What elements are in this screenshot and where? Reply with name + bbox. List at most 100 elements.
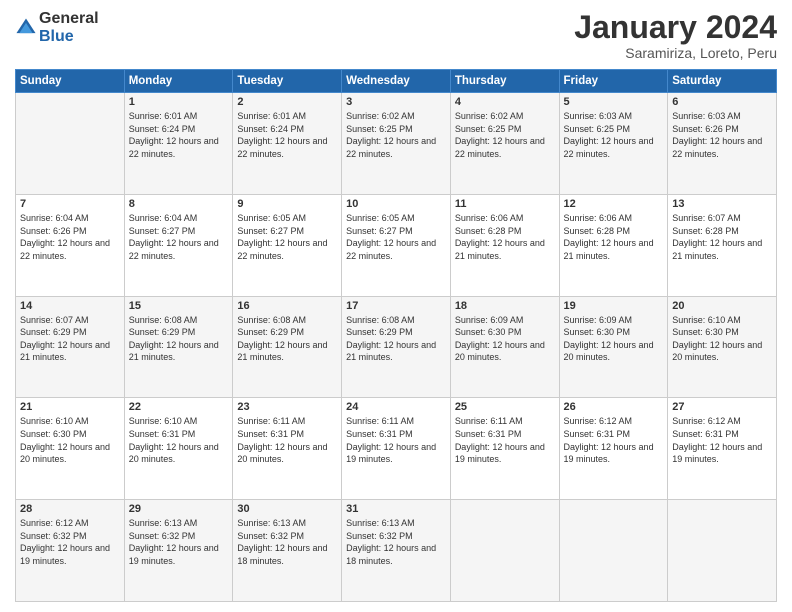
- day-number: 13: [672, 198, 772, 210]
- day-number: 24: [346, 401, 446, 413]
- calendar-cell: 2 Sunrise: 6:01 AMSunset: 6:24 PMDayligh…: [233, 93, 342, 195]
- header-sunday: Sunday: [16, 70, 125, 93]
- day-number: 4: [455, 96, 555, 108]
- logo: General Blue: [15, 10, 99, 46]
- day-number: 19: [564, 300, 664, 312]
- day-number: 9: [237, 198, 337, 210]
- header-thursday: Thursday: [450, 70, 559, 93]
- day-info: Sunrise: 6:04 AMSunset: 6:26 PMDaylight:…: [20, 212, 120, 262]
- day-number: 25: [455, 401, 555, 413]
- day-info: Sunrise: 6:05 AMSunset: 6:27 PMDaylight:…: [237, 212, 337, 262]
- day-info: Sunrise: 6:13 AMSunset: 6:32 PMDaylight:…: [129, 517, 229, 567]
- calendar-cell: 12 Sunrise: 6:06 AMSunset: 6:28 PMDaylig…: [559, 194, 668, 296]
- day-number: 5: [564, 96, 664, 108]
- calendar-week-5: 28 Sunrise: 6:12 AMSunset: 6:32 PMDaylig…: [16, 500, 777, 602]
- day-number: 14: [20, 300, 120, 312]
- calendar-cell: 7 Sunrise: 6:04 AMSunset: 6:26 PMDayligh…: [16, 194, 125, 296]
- day-info: Sunrise: 6:06 AMSunset: 6:28 PMDaylight:…: [564, 212, 664, 262]
- day-info: Sunrise: 6:09 AMSunset: 6:30 PMDaylight:…: [455, 314, 555, 364]
- logo-blue: Blue: [39, 28, 74, 45]
- calendar-cell: 9 Sunrise: 6:05 AMSunset: 6:27 PMDayligh…: [233, 194, 342, 296]
- day-info: Sunrise: 6:11 AMSunset: 6:31 PMDaylight:…: [237, 415, 337, 465]
- day-number: 3: [346, 96, 446, 108]
- calendar-cell: 27 Sunrise: 6:12 AMSunset: 6:31 PMDaylig…: [668, 398, 777, 500]
- calendar-cell: 17 Sunrise: 6:08 AMSunset: 6:29 PMDaylig…: [342, 296, 451, 398]
- day-info: Sunrise: 6:08 AMSunset: 6:29 PMDaylight:…: [237, 314, 337, 364]
- calendar-cell: 8 Sunrise: 6:04 AMSunset: 6:27 PMDayligh…: [124, 194, 233, 296]
- day-info: Sunrise: 6:12 AMSunset: 6:32 PMDaylight:…: [20, 517, 120, 567]
- calendar-cell: 26 Sunrise: 6:12 AMSunset: 6:31 PMDaylig…: [559, 398, 668, 500]
- calendar-cell: [16, 93, 125, 195]
- day-info: Sunrise: 6:01 AMSunset: 6:24 PMDaylight:…: [129, 110, 229, 160]
- calendar-cell: 29 Sunrise: 6:13 AMSunset: 6:32 PMDaylig…: [124, 500, 233, 602]
- header-wednesday: Wednesday: [342, 70, 451, 93]
- calendar-cell: 22 Sunrise: 6:10 AMSunset: 6:31 PMDaylig…: [124, 398, 233, 500]
- calendar-table: Sunday Monday Tuesday Wednesday Thursday…: [15, 69, 777, 602]
- month-title: January 2024: [574, 10, 777, 45]
- calendar-cell: 18 Sunrise: 6:09 AMSunset: 6:30 PMDaylig…: [450, 296, 559, 398]
- day-info: Sunrise: 6:08 AMSunset: 6:29 PMDaylight:…: [129, 314, 229, 364]
- day-info: Sunrise: 6:03 AMSunset: 6:25 PMDaylight:…: [564, 110, 664, 160]
- calendar-cell: 31 Sunrise: 6:13 AMSunset: 6:32 PMDaylig…: [342, 500, 451, 602]
- header: General Blue January 2024 Saramiriza, Lo…: [15, 10, 777, 61]
- day-number: 27: [672, 401, 772, 413]
- day-number: 28: [20, 503, 120, 515]
- calendar-cell: 15 Sunrise: 6:08 AMSunset: 6:29 PMDaylig…: [124, 296, 233, 398]
- day-number: 6: [672, 96, 772, 108]
- day-number: 26: [564, 401, 664, 413]
- day-number: 1: [129, 96, 229, 108]
- calendar-cell: 19 Sunrise: 6:09 AMSunset: 6:30 PMDaylig…: [559, 296, 668, 398]
- calendar-cell: 11 Sunrise: 6:06 AMSunset: 6:28 PMDaylig…: [450, 194, 559, 296]
- calendar-cell: [559, 500, 668, 602]
- title-block: January 2024 Saramiriza, Loreto, Peru: [574, 10, 777, 61]
- day-number: 22: [129, 401, 229, 413]
- day-info: Sunrise: 6:02 AMSunset: 6:25 PMDaylight:…: [346, 110, 446, 160]
- day-number: 8: [129, 198, 229, 210]
- day-number: 20: [672, 300, 772, 312]
- day-info: Sunrise: 6:03 AMSunset: 6:26 PMDaylight:…: [672, 110, 772, 160]
- day-info: Sunrise: 6:10 AMSunset: 6:30 PMDaylight:…: [672, 314, 772, 364]
- day-info: Sunrise: 6:13 AMSunset: 6:32 PMDaylight:…: [237, 517, 337, 567]
- day-info: Sunrise: 6:12 AMSunset: 6:31 PMDaylight:…: [564, 415, 664, 465]
- day-number: 7: [20, 198, 120, 210]
- day-number: 12: [564, 198, 664, 210]
- day-info: Sunrise: 6:05 AMSunset: 6:27 PMDaylight:…: [346, 212, 446, 262]
- day-number: 21: [20, 401, 120, 413]
- calendar-week-4: 21 Sunrise: 6:10 AMSunset: 6:30 PMDaylig…: [16, 398, 777, 500]
- calendar-cell: 6 Sunrise: 6:03 AMSunset: 6:26 PMDayligh…: [668, 93, 777, 195]
- calendar-cell: [668, 500, 777, 602]
- day-info: Sunrise: 6:07 AMSunset: 6:28 PMDaylight:…: [672, 212, 772, 262]
- day-info: Sunrise: 6:04 AMSunset: 6:27 PMDaylight:…: [129, 212, 229, 262]
- header-tuesday: Tuesday: [233, 70, 342, 93]
- calendar-cell: 5 Sunrise: 6:03 AMSunset: 6:25 PMDayligh…: [559, 93, 668, 195]
- day-number: 16: [237, 300, 337, 312]
- day-info: Sunrise: 6:01 AMSunset: 6:24 PMDaylight:…: [237, 110, 337, 160]
- day-number: 10: [346, 198, 446, 210]
- calendar-cell: 3 Sunrise: 6:02 AMSunset: 6:25 PMDayligh…: [342, 93, 451, 195]
- day-number: 2: [237, 96, 337, 108]
- header-saturday: Saturday: [668, 70, 777, 93]
- day-info: Sunrise: 6:10 AMSunset: 6:31 PMDaylight:…: [129, 415, 229, 465]
- day-number: 11: [455, 198, 555, 210]
- calendar-cell: [450, 500, 559, 602]
- calendar-cell: 4 Sunrise: 6:02 AMSunset: 6:25 PMDayligh…: [450, 93, 559, 195]
- day-info: Sunrise: 6:07 AMSunset: 6:29 PMDaylight:…: [20, 314, 120, 364]
- calendar-cell: 28 Sunrise: 6:12 AMSunset: 6:32 PMDaylig…: [16, 500, 125, 602]
- calendar-cell: 1 Sunrise: 6:01 AMSunset: 6:24 PMDayligh…: [124, 93, 233, 195]
- calendar-cell: 20 Sunrise: 6:10 AMSunset: 6:30 PMDaylig…: [668, 296, 777, 398]
- day-info: Sunrise: 6:11 AMSunset: 6:31 PMDaylight:…: [455, 415, 555, 465]
- day-info: Sunrise: 6:13 AMSunset: 6:32 PMDaylight:…: [346, 517, 446, 567]
- weekday-header-row: Sunday Monday Tuesday Wednesday Thursday…: [16, 70, 777, 93]
- calendar-cell: 14 Sunrise: 6:07 AMSunset: 6:29 PMDaylig…: [16, 296, 125, 398]
- calendar-week-2: 7 Sunrise: 6:04 AMSunset: 6:26 PMDayligh…: [16, 194, 777, 296]
- header-monday: Monday: [124, 70, 233, 93]
- calendar-cell: 16 Sunrise: 6:08 AMSunset: 6:29 PMDaylig…: [233, 296, 342, 398]
- calendar-cell: 24 Sunrise: 6:11 AMSunset: 6:31 PMDaylig…: [342, 398, 451, 500]
- header-friday: Friday: [559, 70, 668, 93]
- calendar-cell: 10 Sunrise: 6:05 AMSunset: 6:27 PMDaylig…: [342, 194, 451, 296]
- calendar-cell: 21 Sunrise: 6:10 AMSunset: 6:30 PMDaylig…: [16, 398, 125, 500]
- day-number: 23: [237, 401, 337, 413]
- day-info: Sunrise: 6:02 AMSunset: 6:25 PMDaylight:…: [455, 110, 555, 160]
- logo-general: General: [39, 10, 99, 27]
- calendar-page: General Blue January 2024 Saramiriza, Lo…: [0, 0, 792, 612]
